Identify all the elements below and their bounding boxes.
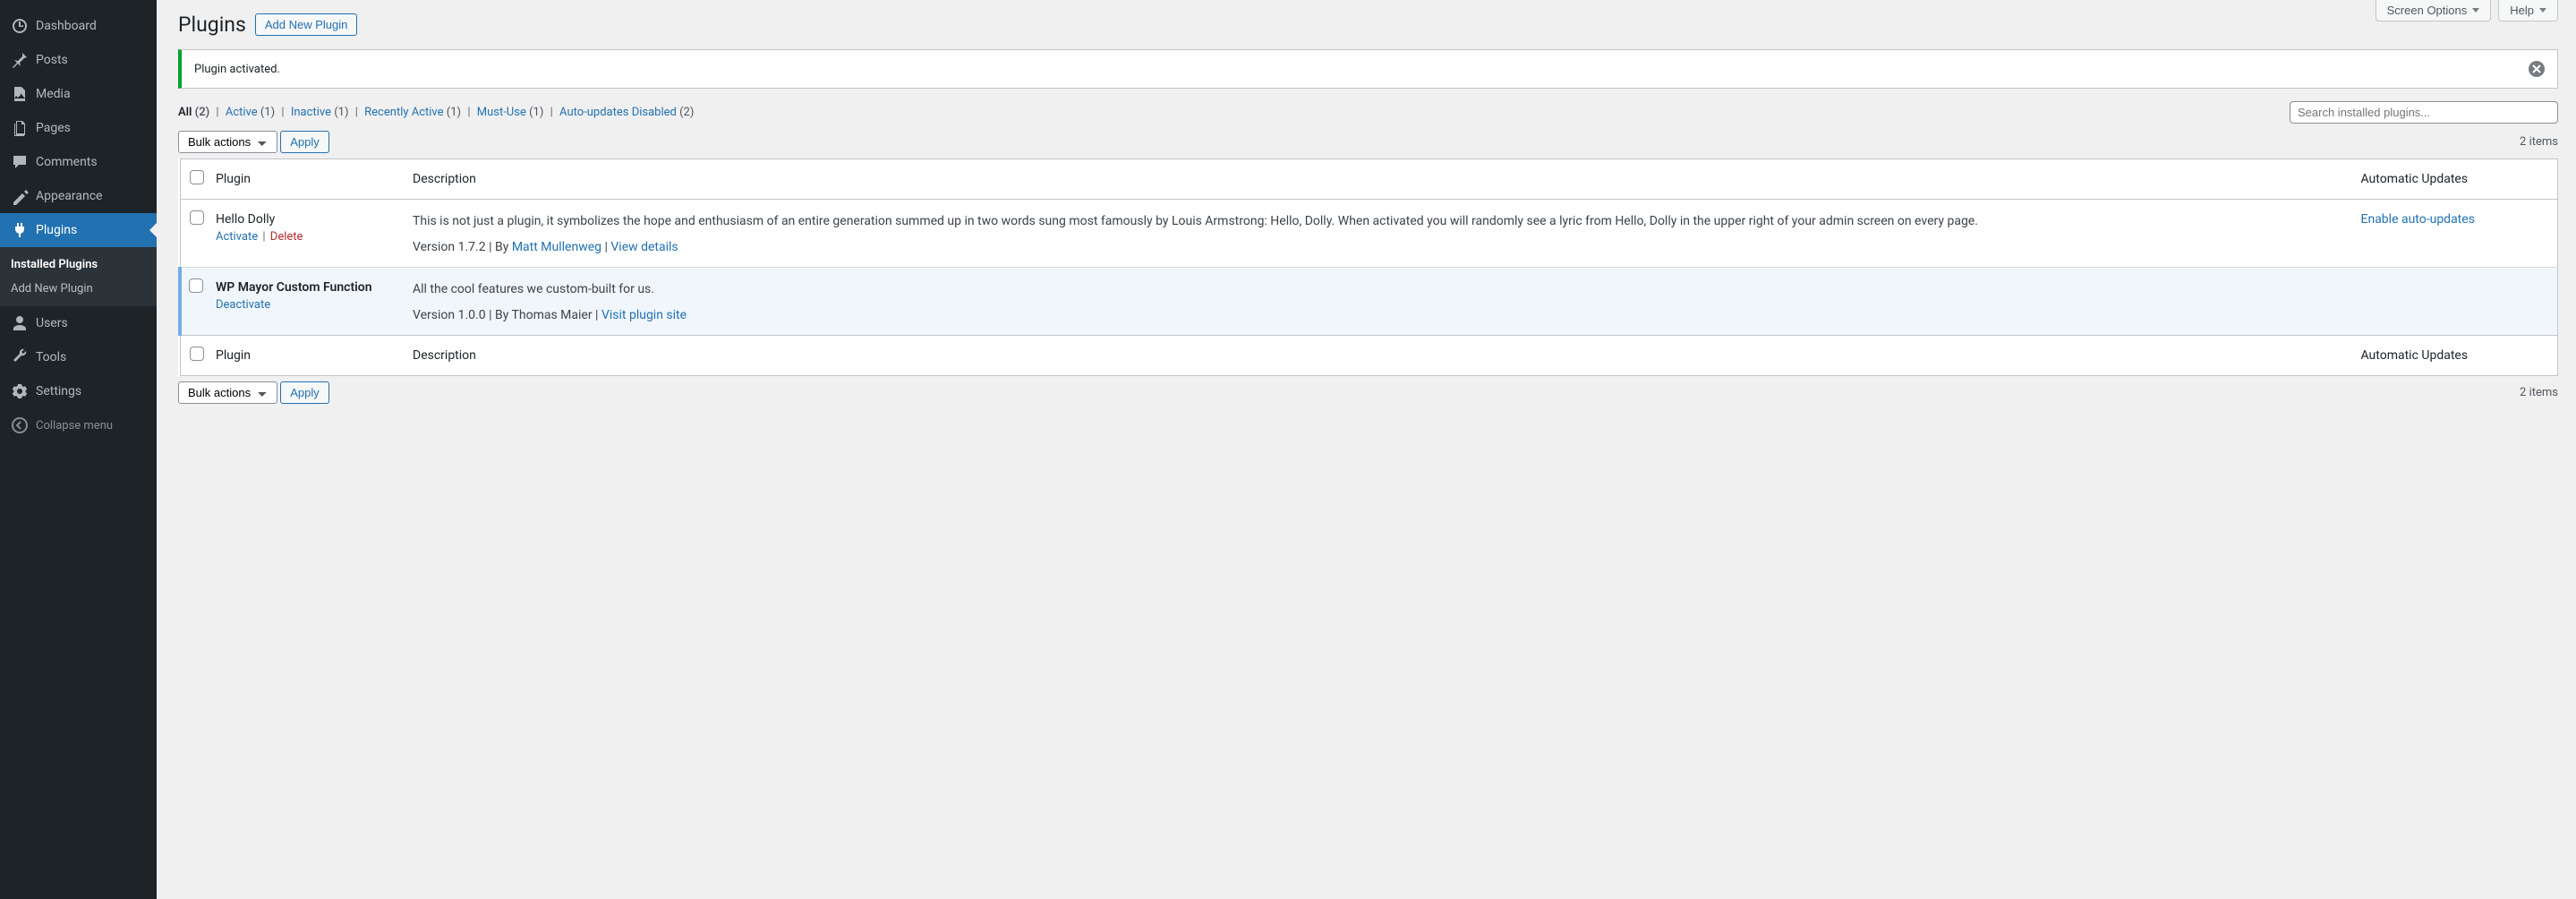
plugin-name: WP Mayor Custom Function bbox=[216, 280, 395, 295]
comments-icon bbox=[11, 153, 29, 171]
plugin-meta: Version 1.0.0 | By Thomas Maier | Visit … bbox=[413, 308, 2343, 322]
sidebar-item-label: Plugins bbox=[36, 223, 77, 237]
plugins-table: Plugin Description Automatic Updates Hel… bbox=[178, 158, 2558, 376]
sidebar-item-label: Appearance bbox=[36, 189, 102, 203]
appearance-icon bbox=[11, 187, 29, 205]
sidebar-item-label: Settings bbox=[36, 384, 81, 398]
sidebar-item-comments[interactable]: Comments bbox=[0, 145, 157, 179]
row-checkbox[interactable] bbox=[190, 210, 204, 225]
search-input[interactable] bbox=[2290, 101, 2558, 124]
close-icon bbox=[2532, 64, 2541, 73]
users-icon bbox=[11, 314, 29, 332]
page-header: Plugins Add New Plugin bbox=[178, 0, 2558, 37]
settings-icon bbox=[11, 382, 29, 400]
sidebar-item-label: Tools bbox=[36, 350, 66, 364]
visit-plugin-site-link[interactable]: Visit plugin site bbox=[601, 308, 687, 322]
sidebar-item-dashboard[interactable]: Dashboard bbox=[0, 9, 157, 43]
tablenav-top: Bulk actions Apply 2 items bbox=[178, 131, 2558, 153]
sidebar-item-label: Media bbox=[36, 87, 71, 101]
bulk-apply-bottom[interactable]: Apply bbox=[280, 381, 329, 404]
pin-icon bbox=[11, 51, 29, 69]
tablenav-bottom: Bulk actions Apply 2 items bbox=[178, 381, 2558, 404]
table-row: WP Mayor Custom Function Deactivate All … bbox=[180, 268, 2558, 336]
filter-all[interactable]: All (2) bbox=[178, 106, 209, 119]
sidebar-item-label: Posts bbox=[36, 53, 68, 67]
filter-must-use[interactable]: Must-Use (1) bbox=[477, 106, 544, 119]
notice-text: Plugin activated. bbox=[194, 63, 280, 76]
sidebar-item-label: Comments bbox=[36, 155, 98, 169]
filter-links: All (2) | Active (1) | Inactive (1) | Re… bbox=[178, 106, 694, 119]
sidebar-item-label: Dashboard bbox=[36, 19, 97, 33]
chevron-down-icon bbox=[2472, 8, 2479, 13]
table-row: Hello Dolly Activate | Delete This is no… bbox=[180, 200, 2558, 268]
notice-dismiss-button[interactable] bbox=[2529, 61, 2545, 77]
sidebar-item-settings[interactable]: Settings bbox=[0, 374, 157, 408]
page-title: Plugins bbox=[178, 13, 246, 37]
plugin-description: All the cool features we custom-built fo… bbox=[413, 280, 2343, 299]
bulk-actions-select-top[interactable]: Bulk actions bbox=[178, 131, 277, 153]
bulk-actions-select-bottom[interactable]: Bulk actions bbox=[178, 381, 277, 404]
help-button[interactable]: Help bbox=[2498, 0, 2558, 21]
pages-icon bbox=[11, 119, 29, 137]
activate-link[interactable]: Activate bbox=[216, 230, 258, 244]
sidebar-item-users[interactable]: Users bbox=[0, 306, 157, 340]
screen-options-button[interactable]: Screen Options bbox=[2376, 0, 2492, 21]
col-auto-updates[interactable]: Automatic Updates bbox=[2352, 159, 2558, 200]
row-actions: Deactivate bbox=[216, 298, 395, 312]
collapse-label: Collapse menu bbox=[36, 419, 113, 432]
col-plugin-foot[interactable]: Plugin bbox=[207, 336, 404, 376]
sidebar-item-label: Users bbox=[36, 316, 68, 330]
sidebar-item-label: Pages bbox=[36, 121, 71, 135]
items-count-top: 2 items bbox=[2520, 135, 2558, 149]
notice-success: Plugin activated. bbox=[178, 49, 2558, 89]
filter-autoupdates-disabled[interactable]: Auto-updates Disabled (2) bbox=[559, 106, 694, 119]
plugin-meta: Version 1.7.2 | By Matt Mullenweg | View… bbox=[413, 240, 2343, 254]
help-label: Help bbox=[2510, 4, 2534, 17]
main-content: Screen Options Help Plugins Add New Plug… bbox=[157, 0, 2576, 899]
tools-icon bbox=[11, 348, 29, 366]
admin-sidebar: Dashboard Posts Media Pages Comments App… bbox=[0, 0, 157, 899]
enable-auto-updates-link[interactable]: Enable auto-updates bbox=[2361, 212, 2475, 227]
plugin-name: Hello Dolly bbox=[216, 212, 395, 227]
plugin-description: This is not just a plugin, it symbolizes… bbox=[413, 212, 2343, 231]
dashboard-icon bbox=[11, 17, 29, 35]
select-all-top[interactable] bbox=[190, 170, 204, 184]
col-description-foot[interactable]: Description bbox=[404, 336, 2352, 376]
sidebar-submenu-plugins: Installed Plugins Add New Plugin bbox=[0, 247, 157, 306]
sidebar-subitem-installed[interactable]: Installed Plugins bbox=[0, 253, 157, 277]
sidebar-item-tools[interactable]: Tools bbox=[0, 340, 157, 374]
media-icon bbox=[11, 85, 29, 103]
filter-row: All (2) | Active (1) | Inactive (1) | Re… bbox=[178, 101, 2558, 124]
sidebar-item-pages[interactable]: Pages bbox=[0, 111, 157, 145]
search-box bbox=[2290, 101, 2558, 124]
collapse-menu[interactable]: Collapse menu bbox=[0, 408, 157, 442]
row-checkbox[interactable] bbox=[189, 278, 203, 293]
deactivate-link[interactable]: Deactivate bbox=[216, 298, 270, 312]
author-link[interactable]: Matt Mullenweg bbox=[512, 240, 601, 254]
collapse-icon bbox=[11, 416, 29, 434]
col-description[interactable]: Description bbox=[404, 159, 2352, 200]
col-plugin[interactable]: Plugin bbox=[207, 159, 404, 200]
col-auto-updates-foot[interactable]: Automatic Updates bbox=[2352, 336, 2558, 376]
sidebar-item-plugins[interactable]: Plugins bbox=[0, 213, 157, 247]
chevron-down-icon bbox=[2539, 8, 2546, 13]
bulk-apply-top[interactable]: Apply bbox=[280, 131, 329, 153]
filter-inactive[interactable]: Inactive (1) bbox=[291, 106, 349, 119]
sidebar-item-appearance[interactable]: Appearance bbox=[0, 179, 157, 213]
sidebar-item-media[interactable]: Media bbox=[0, 77, 157, 111]
add-new-plugin-button[interactable]: Add New Plugin bbox=[255, 13, 358, 36]
items-count-bottom: 2 items bbox=[2520, 386, 2558, 399]
row-actions: Activate | Delete bbox=[216, 230, 395, 244]
delete-link[interactable]: Delete bbox=[270, 230, 303, 244]
view-details-link[interactable]: View details bbox=[610, 240, 678, 254]
screen-options-label: Screen Options bbox=[2387, 4, 2468, 17]
sidebar-subitem-addnew[interactable]: Add New Plugin bbox=[0, 277, 157, 301]
plugins-icon bbox=[11, 221, 29, 239]
top-screen-buttons: Screen Options Help bbox=[2376, 0, 2558, 21]
sidebar-item-posts[interactable]: Posts bbox=[0, 43, 157, 77]
filter-active[interactable]: Active (1) bbox=[226, 106, 275, 119]
select-all-bottom[interactable] bbox=[190, 347, 204, 361]
filter-recently-active[interactable]: Recently Active (1) bbox=[364, 106, 461, 119]
